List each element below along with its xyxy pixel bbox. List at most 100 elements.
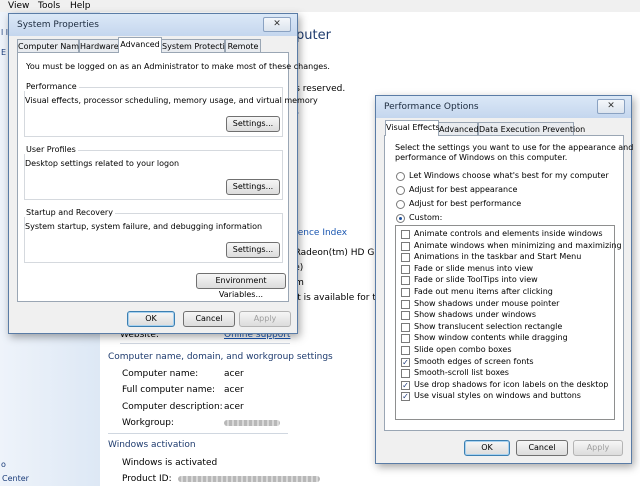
checkbox[interactable] <box>401 346 410 355</box>
tab-computer-name[interactable]: Computer Name <box>17 39 84 53</box>
effect-row[interactable]: Fade or slide menus into view <box>396 264 612 276</box>
sidebar-fragment[interactable]: l l <box>1 28 8 37</box>
full-computer-name-label: Full computer name: <box>122 385 216 395</box>
checkbox[interactable]: ✓ <box>401 380 410 390</box>
effect-row[interactable]: Show shadows under mouse pointer <box>396 299 612 311</box>
tab-data-execution-prevention[interactable]: Data Execution Prevention <box>478 122 585 136</box>
sidebar-link-center[interactable]: Center <box>2 474 29 483</box>
pen-touch-fragment: out is available for this <box>286 293 389 303</box>
checkbox[interactable] <box>401 241 410 251</box>
tab-remote[interactable]: Remote <box>225 39 261 53</box>
advanced-tab-panel: You must be logged on as an Administrato… <box>17 52 330 302</box>
check-icon: ✓ <box>402 357 409 367</box>
radio-best-performance[interactable] <box>396 200 405 209</box>
effect-label: Show shadows under windows <box>414 310 536 320</box>
radio-label: Adjust for best appearance <box>409 185 518 194</box>
effect-row[interactable]: Show translucent selection rectangle <box>396 322 612 334</box>
menu-tools[interactable]: Tools <box>38 1 60 11</box>
full-computer-name-value: acer <box>224 385 244 395</box>
effect-label: Fade or slide menus into view <box>414 263 534 273</box>
effect-row[interactable]: Fade out menu items after clicking <box>396 287 612 299</box>
checkbox[interactable] <box>401 334 410 344</box>
user-profiles-settings-button[interactable]: Settings... <box>226 179 280 195</box>
tab-visual-effects[interactable]: Visual Effects <box>385 120 440 136</box>
checkbox[interactable] <box>401 311 410 321</box>
effects-list[interactable]: Animate controls and elements inside win… <box>395 225 622 420</box>
divider <box>108 433 288 434</box>
effect-row[interactable]: Animate windows when minimizing and maxi… <box>396 241 622 253</box>
checkbox[interactable] <box>401 253 410 263</box>
tab-system-protection[interactable]: System Protection <box>161 39 235 53</box>
computer-name-value: acer <box>224 369 244 379</box>
cancel-button[interactable]: Cancel <box>183 311 235 327</box>
effect-label: Show window contents while dragging <box>414 333 568 343</box>
effect-row[interactable]: Animations in the taskbar and Start Menu <box>396 252 612 264</box>
startup-recovery-desc: System startup, system failure, and debu… <box>25 222 263 231</box>
startup-recovery-group: Startup and Recovery System startup, sys… <box>24 208 283 263</box>
menu-view[interactable]: View <box>8 1 29 11</box>
effect-label: Slide open combo boxes <box>414 345 512 354</box>
effect-row[interactable]: ✓ Smooth edges of screen fonts <box>396 357 612 369</box>
menu-help[interactable]: Help <box>70 1 91 11</box>
effect-label: Smooth-scroll list boxes <box>414 368 509 378</box>
checkbox[interactable]: ✓ <box>401 392 410 402</box>
radio-custom[interactable] <box>396 214 405 223</box>
effect-row[interactable]: ✓ Use drop shadows for icon labels on the… <box>396 380 612 392</box>
close-icon: ✕ <box>273 19 281 29</box>
activation-status: Windows is activated <box>122 458 218 468</box>
checkbox[interactable] <box>401 288 410 297</box>
section-windows-activation: Windows activation <box>108 440 196 450</box>
title-bar[interactable]: System Properties ✕ <box>9 14 297 36</box>
effect-label: Show shadows under mouse pointer <box>414 298 560 308</box>
admin-note: You must be logged on as an Administrato… <box>26 62 330 71</box>
performance-options-dialog: Performance Options ✕ Visual Effects Adv… <box>375 95 633 464</box>
effect-row[interactable]: Slide open combo boxes <box>396 345 612 357</box>
checkbox[interactable] <box>401 264 410 274</box>
close-icon: ✕ <box>607 101 615 111</box>
ok-button[interactable]: OK <box>127 311 175 327</box>
effect-row[interactable]: Animate controls and elements inside win… <box>396 229 612 241</box>
tab-advanced[interactable]: Advanced <box>118 37 162 53</box>
effect-label: Animate windows when minimizing and maxi… <box>414 240 622 250</box>
title-bar[interactable]: Performance Options ✕ <box>376 96 631 118</box>
divider <box>120 343 290 344</box>
checkbox[interactable] <box>401 299 410 309</box>
effect-label: Show translucent selection rectangle <box>414 321 563 331</box>
effect-label: Smooth edges of screen fonts <box>414 356 534 366</box>
tab-hardware[interactable]: Hardware <box>79 39 119 53</box>
effect-row[interactable]: Smooth-scroll list boxes <box>396 368 612 380</box>
sidebar-fragment[interactable]: E <box>1 48 6 57</box>
close-button[interactable]: ✕ <box>263 17 291 32</box>
performance-label: Performance <box>24 82 79 91</box>
startup-recovery-settings-button[interactable]: Settings... <box>226 242 280 258</box>
tab-advanced[interactable]: Advanced <box>438 122 479 136</box>
checkbox[interactable] <box>401 369 410 379</box>
apply-button[interactable]: Apply <box>573 440 623 456</box>
effect-row[interactable]: ✓ Use visual styles on windows and button… <box>396 391 612 403</box>
apply-button[interactable]: Apply <box>239 311 291 327</box>
product-id-value-blurred <box>178 476 320 482</box>
checkbox[interactable] <box>401 230 410 239</box>
effect-label: Use drop shadows for icon labels on the … <box>414 379 609 389</box>
close-button[interactable]: ✕ <box>597 99 625 114</box>
product-id-label: Product ID: <box>122 474 172 484</box>
effect-row[interactable]: Show shadows under windows <box>396 310 612 322</box>
checkbox[interactable]: ✓ <box>401 357 410 367</box>
computer-description-label: Computer description: <box>122 402 223 412</box>
checkbox[interactable] <box>401 276 410 286</box>
workgroup-value-blurred <box>224 420 280 426</box>
user-profiles-desc: Desktop settings related to your logon <box>25 159 180 168</box>
section-computer-name: Computer name, domain, and workgroup set… <box>108 352 333 362</box>
effect-row[interactable]: Show window contents while dragging <box>396 333 612 345</box>
visual-effects-panel: Select the settings you want to use for … <box>384 135 633 431</box>
effect-row[interactable]: Fade or slide ToolTips into view <box>396 275 612 287</box>
dialog-title: System Properties <box>17 20 99 30</box>
ok-button[interactable]: OK <box>464 440 510 456</box>
environment-variables-button[interactable]: Environment Variables... <box>196 273 286 299</box>
radio-best-appearance[interactable] <box>396 186 405 195</box>
cancel-button[interactable]: Cancel <box>516 440 568 456</box>
performance-settings-button[interactable]: Settings... <box>226 116 280 132</box>
radio-let-windows-choose[interactable] <box>396 172 405 181</box>
checkbox[interactable] <box>401 322 410 332</box>
computer-name-label: Computer name: <box>122 369 199 379</box>
